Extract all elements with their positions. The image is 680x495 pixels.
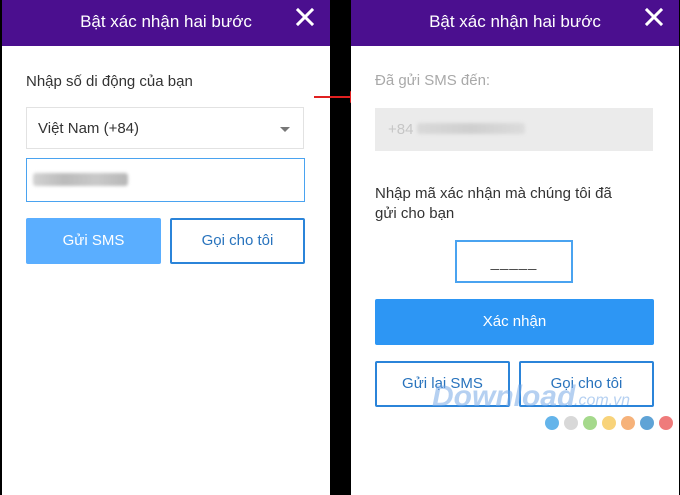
confirm-button[interactable]: Xác nhận <box>375 299 654 345</box>
watermark-dot <box>621 416 635 430</box>
sent-to-label: Đã gửi SMS đến: <box>375 72 491 89</box>
dialog-title: Bật xác nhận hai bước <box>80 12 252 31</box>
watermark-logo: Download <box>432 380 576 413</box>
watermark-dot <box>545 416 559 430</box>
sent-to-phone-field: +84 <box>375 108 653 151</box>
dialog-header: Bật xác nhận hai bước <box>2 0 330 46</box>
verification-code-input[interactable]: _____ <box>455 240 573 283</box>
dialog-enter-phone: Bật xác nhận hai bước Nhập số di động củ… <box>2 0 330 495</box>
country-select[interactable]: Việt Nam (+84) <box>26 107 304 149</box>
chevron-down-icon <box>280 127 290 132</box>
close-icon[interactable] <box>643 6 665 28</box>
watermark-dot <box>602 416 616 430</box>
watermark-dot <box>640 416 654 430</box>
dialog-title: Bật xác nhận hai bước <box>429 12 601 31</box>
code-prompt-line1: Nhập mã xác nhận mà chúng tôi đã <box>375 185 612 202</box>
phone-prefix: +84 <box>388 121 414 138</box>
watermark-dot <box>583 416 597 430</box>
close-icon[interactable] <box>294 6 316 28</box>
send-sms-button[interactable]: Gửi SMS <box>26 218 161 264</box>
country-select-value: Việt Nam (+84) <box>38 120 140 137</box>
code-placeholder: _____ <box>490 254 538 271</box>
call-me-button[interactable]: Gọi cho tôi <box>170 218 305 264</box>
redacted-phone-number <box>33 173 128 186</box>
watermark-dot <box>659 416 673 430</box>
watermark-domain: .com.vn <box>574 392 631 409</box>
dialog-header: Bật xác nhận hai bước <box>351 0 679 46</box>
code-prompt-line2: gửi cho bạn <box>375 205 455 222</box>
watermark-dot <box>564 416 578 430</box>
phone-number-input[interactable] <box>26 158 305 202</box>
phone-prompt-label: Nhập số di động của bạn <box>26 73 193 90</box>
redacted-phone-number <box>417 123 525 134</box>
